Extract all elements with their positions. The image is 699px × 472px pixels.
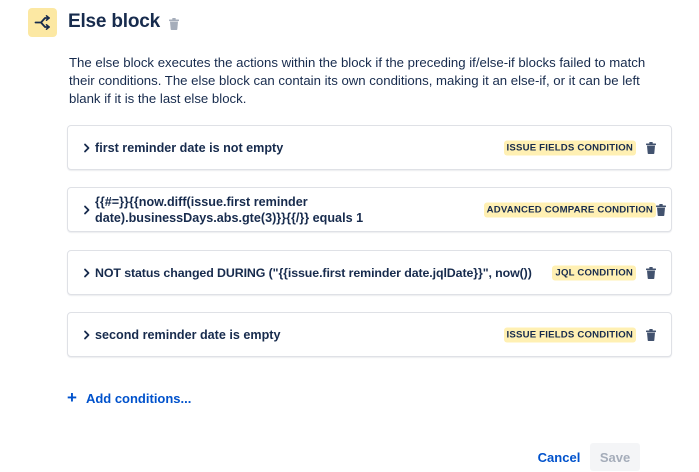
condition-text: {{#=}}{{now.diff(issue.first reminder da… — [95, 194, 363, 226]
condition-type-badge: ISSUE FIELDS CONDITION — [503, 327, 636, 342]
condition-type-badge: JQL CONDITION — [552, 265, 636, 280]
condition-row[interactable]: NOT status changed DURING ("{{issue.firs… — [67, 250, 672, 295]
condition-row[interactable]: {{#=}}{{now.diff(issue.first reminder da… — [67, 187, 672, 232]
add-conditions-link[interactable]: + Add conditions... — [67, 387, 192, 407]
header: Else block — [28, 7, 179, 37]
trash-icon — [656, 204, 666, 216]
condition-text: NOT status changed DURING ("{{issue.firs… — [95, 265, 532, 280]
save-button[interactable]: Save — [590, 443, 640, 471]
chevron-right-icon — [81, 142, 93, 154]
chevron-right-icon — [81, 329, 93, 341]
block-description: The else block executes the actions with… — [69, 55, 646, 106]
delete-condition-button[interactable] — [645, 329, 657, 342]
condition-type-badge: ADVANCED COMPARE CONDITION — [483, 202, 656, 217]
chevron-right-icon — [81, 267, 93, 279]
chevron-right-icon — [81, 204, 93, 216]
delete-block-button[interactable] — [169, 17, 179, 30]
else-block-panel: Else block The else block executes the a… — [0, 0, 699, 472]
trash-icon — [646, 142, 656, 154]
condition-row[interactable]: second reminder date is empty ISSUE FIEL… — [67, 312, 672, 357]
condition-text: second reminder date is empty — [95, 327, 281, 342]
trash-icon — [646, 329, 656, 341]
branch-icon — [28, 7, 57, 37]
plus-icon: + — [67, 387, 77, 407]
condition-text-line: date).businessDays.abs.gte(3)}}{{/}} equ… — [95, 210, 364, 225]
trash-icon — [646, 267, 656, 279]
page-title: Else block — [68, 11, 160, 32]
condition-type-badge: ISSUE FIELDS CONDITION — [503, 140, 636, 155]
condition-row[interactable]: first reminder date is not empty ISSUE F… — [67, 125, 672, 170]
cancel-button[interactable]: Cancel — [531, 446, 587, 468]
trash-icon — [169, 17, 179, 30]
add-conditions-label: Add conditions... — [85, 390, 192, 406]
delete-condition-button[interactable] — [645, 267, 657, 280]
condition-text-line: {{#=}}{{now.diff(issue.first reminder — [95, 194, 308, 209]
delete-condition-button[interactable] — [655, 204, 667, 217]
condition-text: first reminder date is not empty — [95, 140, 284, 155]
delete-condition-button[interactable] — [645, 142, 657, 155]
